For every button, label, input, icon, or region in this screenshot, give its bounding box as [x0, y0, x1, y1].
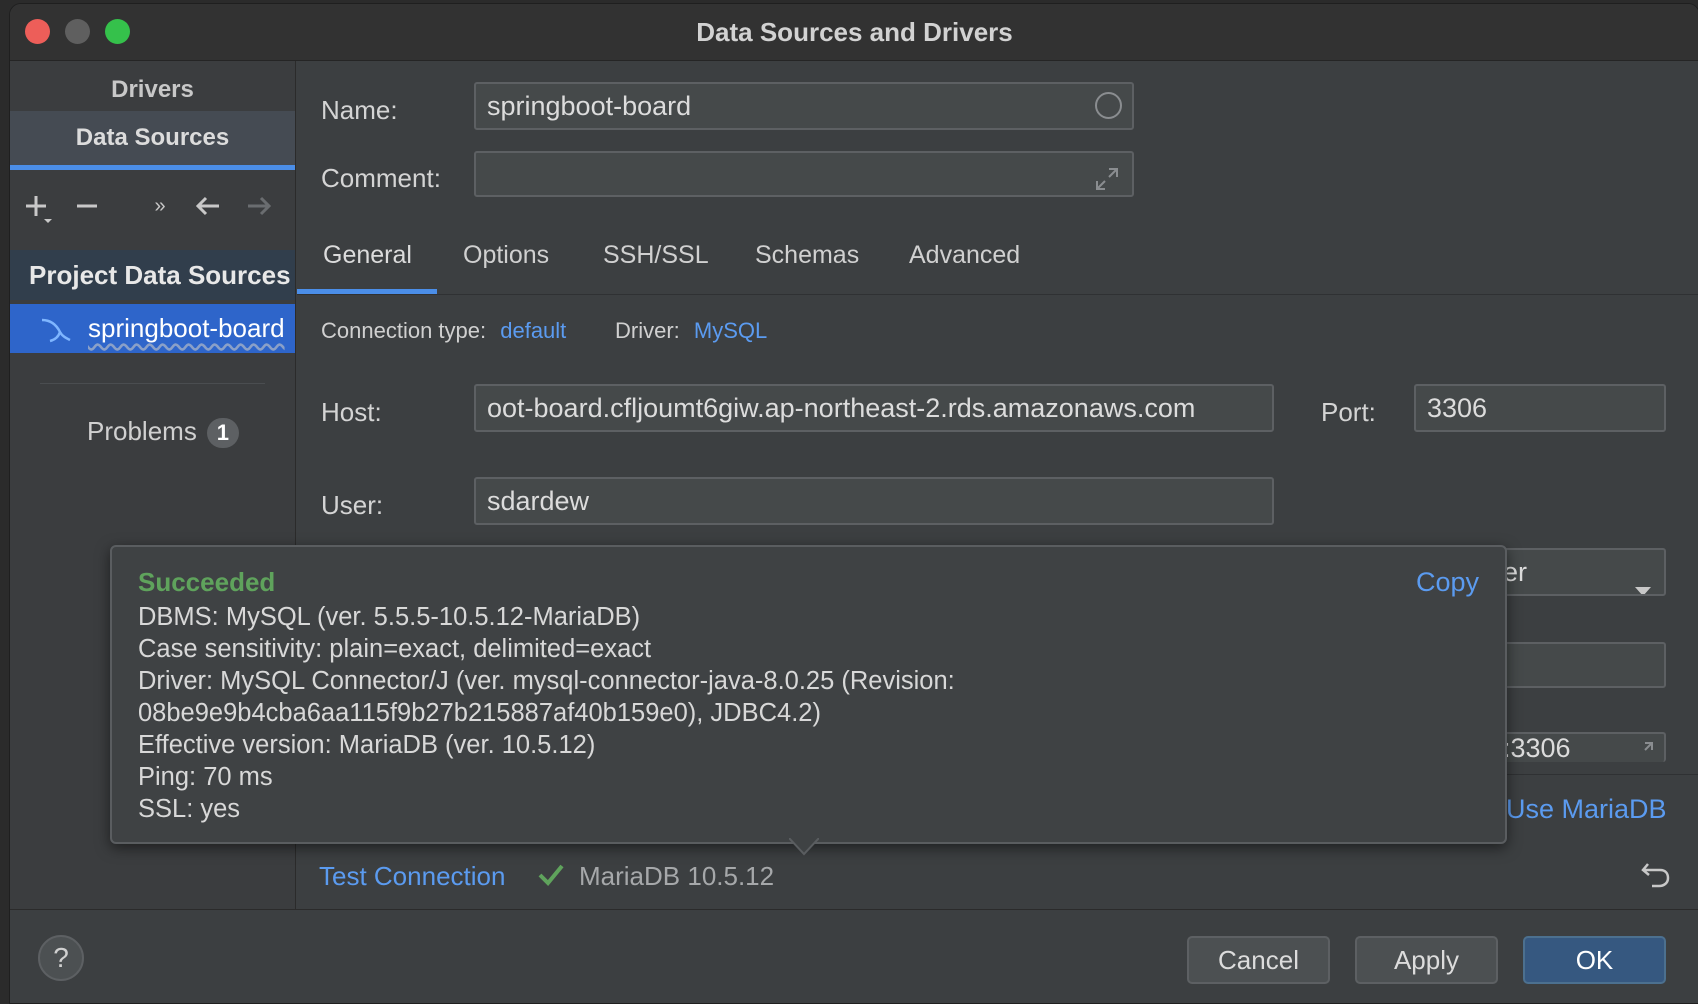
authentication-dropdown[interactable]: er: [1490, 548, 1666, 596]
test-connection-result: MariaDB 10.5.12: [579, 861, 775, 891]
expand-url-icon[interactable]: [1632, 740, 1654, 762]
url-value: :3306: [1503, 733, 1571, 762]
result-line-driver-revision: 08be9e9b4cba6aa115f9b27b215887af40b159e0…: [138, 699, 821, 727]
connection-type-row: Connection type: default: [321, 318, 566, 344]
project-data-sources-header: Project Data Sources: [10, 250, 295, 300]
tab-data-sources[interactable]: Data Sources: [10, 111, 295, 170]
driver-label: Driver:: [615, 318, 680, 343]
driver-link[interactable]: MySQL: [694, 318, 767, 343]
divider: [40, 383, 265, 384]
port-field[interactable]: 3306: [1414, 384, 1666, 432]
port-label: Port:: [1321, 397, 1376, 427]
tab-drivers[interactable]: Drivers: [10, 69, 295, 111]
back-arrow-icon[interactable]: [193, 191, 223, 221]
footer-divider: [10, 909, 1698, 910]
port-value: 3306: [1427, 393, 1488, 423]
result-line-case-sensitivity: Case sensitivity: plain=exact, delimited…: [138, 635, 652, 663]
data-source-item[interactable]: springboot-board: [10, 304, 295, 353]
add-icon[interactable]: [22, 191, 52, 223]
apply-button[interactable]: Apply: [1355, 936, 1498, 984]
data-source-label: springboot-board: [88, 313, 285, 343]
tab-options[interactable]: Options: [463, 241, 549, 270]
forward-arrow-icon[interactable]: [244, 191, 274, 221]
data-sources-dialog: Data Sources and Drivers Drivers Data So…: [9, 3, 1698, 1004]
user-value: sdardew: [487, 486, 590, 516]
user-label: User:: [321, 490, 384, 520]
tabs-divider: [297, 294, 1698, 295]
ok-button[interactable]: OK: [1523, 936, 1666, 984]
tab-ssh-ssl[interactable]: SSH/SSL: [603, 241, 709, 270]
revert-icon[interactable]: [1640, 860, 1672, 895]
result-line-effective-version: Effective version: MariaDB (ver. 10.5.12…: [138, 731, 596, 759]
result-details: DBMS: MySQL (ver. 5.5.5-10.5.12-MariaDB)…: [138, 601, 955, 825]
comment-field[interactable]: [474, 151, 1134, 197]
name-label: Name:: [321, 95, 398, 125]
result-line-ping: Ping: 70 ms: [138, 763, 273, 791]
name-field[interactable]: springboot-board: [474, 82, 1134, 130]
host-label: Host:: [321, 397, 382, 427]
result-line-ssl: SSL: yes: [138, 795, 241, 823]
help-button[interactable]: ?: [38, 935, 84, 981]
comment-label: Comment:: [321, 163, 441, 193]
url-field[interactable]: :3306: [1490, 732, 1666, 762]
user-field[interactable]: sdardew: [474, 477, 1274, 525]
more-icon[interactable]: »: [145, 191, 175, 221]
copy-link[interactable]: Copy: [1416, 567, 1479, 598]
test-connection-result-popup: Succeeded Copy DBMS: MySQL (ver. 5.5.5-1…: [110, 545, 1507, 844]
popup-pointer: [788, 837, 820, 861]
window-title: Data Sources and Drivers: [696, 17, 1013, 47]
tab-schemas[interactable]: Schemas: [755, 241, 859, 270]
problems-label: Problems: [87, 416, 197, 446]
result-line-dbms: DBMS: MySQL (ver. 5.5.5-10.5.12-MariaDB): [138, 603, 641, 631]
status-succeeded: Succeeded: [138, 567, 276, 597]
expand-icon[interactable]: [1094, 162, 1120, 195]
cancel-button[interactable]: Cancel: [1187, 936, 1330, 984]
test-connection-link[interactable]: Test Connection: [319, 861, 505, 892]
remove-icon[interactable]: [72, 191, 102, 221]
color-circle-icon[interactable]: [1095, 92, 1122, 119]
title-bar: Data Sources and Drivers: [10, 4, 1698, 61]
problems-count-badge: 1: [206, 418, 239, 449]
chevron-down-icon: [1634, 567, 1652, 594]
result-line-driver: Driver: MySQL Connector/J (ver. mysql-co…: [138, 667, 955, 695]
connection-type-label: Connection type:: [321, 318, 487, 343]
tab-advanced[interactable]: Advanced: [909, 241, 1020, 270]
connection-type-link[interactable]: default: [500, 318, 566, 343]
check-icon: [537, 862, 565, 893]
problems-item[interactable]: Problems 1: [87, 416, 239, 449]
host-value: oot-board.cfljoumt6giw.ap-northeast-2.rd…: [487, 393, 1196, 423]
name-value: springboot-board: [487, 91, 692, 121]
use-mariadb-link[interactable]: Use MariaDB: [1506, 794, 1667, 825]
driver-row: Driver: MySQL: [615, 318, 767, 344]
host-field[interactable]: oot-board.cfljoumt6giw.ap-northeast-2.rd…: [474, 384, 1274, 432]
mysql-dolphin-icon: [38, 313, 74, 345]
tab-general[interactable]: General: [323, 241, 412, 270]
password-field[interactable]: [1490, 642, 1666, 688]
